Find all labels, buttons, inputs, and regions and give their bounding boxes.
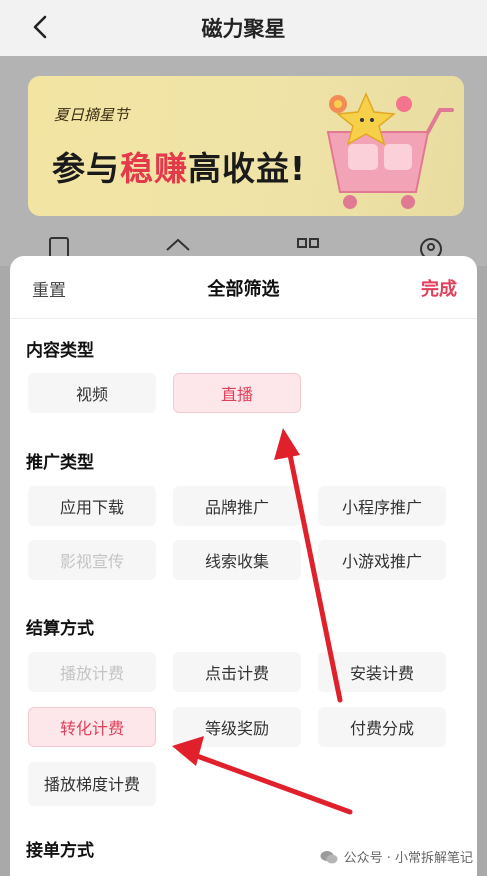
section-title-settlement: 结算方式 (26, 619, 94, 639)
banner-area: 夏日摘星节 参与稳赚高收益! (0, 56, 487, 266)
section-title-content-type: 内容类型 (26, 341, 94, 361)
option-mini-game[interactable]: 小游戏推广 (318, 540, 446, 580)
done-button[interactable]: 完成 (421, 275, 457, 301)
watermark-text: 公众号 · 小常拆解笔记 (343, 851, 473, 866)
option-film-promo: 影视宣传 (28, 540, 156, 580)
promo-banner[interactable]: 夏日摘星节 参与稳赚高收益! (28, 76, 464, 216)
option-paid-share[interactable]: 付费分成 (318, 707, 446, 747)
section-title-promo-type: 推广类型 (26, 453, 94, 473)
section-title-order-method: 接单方式 (26, 841, 94, 861)
banner-script: 夏日摘星节 (54, 106, 130, 124)
chevron-left-icon[interactable] (26, 13, 54, 41)
shopping-cart-illustration (326, 92, 454, 209)
page-title: 磁力聚星 (201, 17, 286, 41)
sheet-title: 全部筛选 (207, 279, 280, 300)
filter-sheet: 重置 全部筛选 完成 内容类型 视频 直播 推广类型 应用下载 品牌推广 小程序… (10, 256, 477, 876)
option-level-reward[interactable]: 等级奖励 (173, 707, 301, 747)
watermark: 公众号 · 小常拆解笔记 (320, 847, 473, 866)
option-click-billing[interactable]: 点击计费 (173, 652, 301, 692)
option-video[interactable]: 视频 (28, 373, 156, 413)
option-brand-promo[interactable]: 品牌推广 (173, 486, 301, 526)
option-app-download[interactable]: 应用下载 (28, 486, 156, 526)
option-conversion-billing[interactable]: 转化计费 (28, 707, 156, 747)
option-lead-collection[interactable]: 线索收集 (173, 540, 301, 580)
headline-pre: 参与 (52, 149, 120, 188)
banner-headline: 参与稳赚高收益! (52, 142, 306, 190)
sheet-header: 重置 全部筛选 完成 (10, 256, 477, 319)
option-mini-program[interactable]: 小程序推广 (318, 486, 446, 526)
top-bar: 磁力聚星 (0, 0, 487, 56)
option-play-billing: 播放计费 (28, 652, 156, 692)
option-live[interactable]: 直播 (173, 373, 301, 413)
option-tiered-play-billing[interactable]: 播放梯度计费 (28, 762, 156, 806)
wechat-icon (320, 850, 338, 863)
option-install-billing[interactable]: 安装计费 (318, 652, 446, 692)
headline-highlight: 稳赚 (120, 149, 188, 188)
